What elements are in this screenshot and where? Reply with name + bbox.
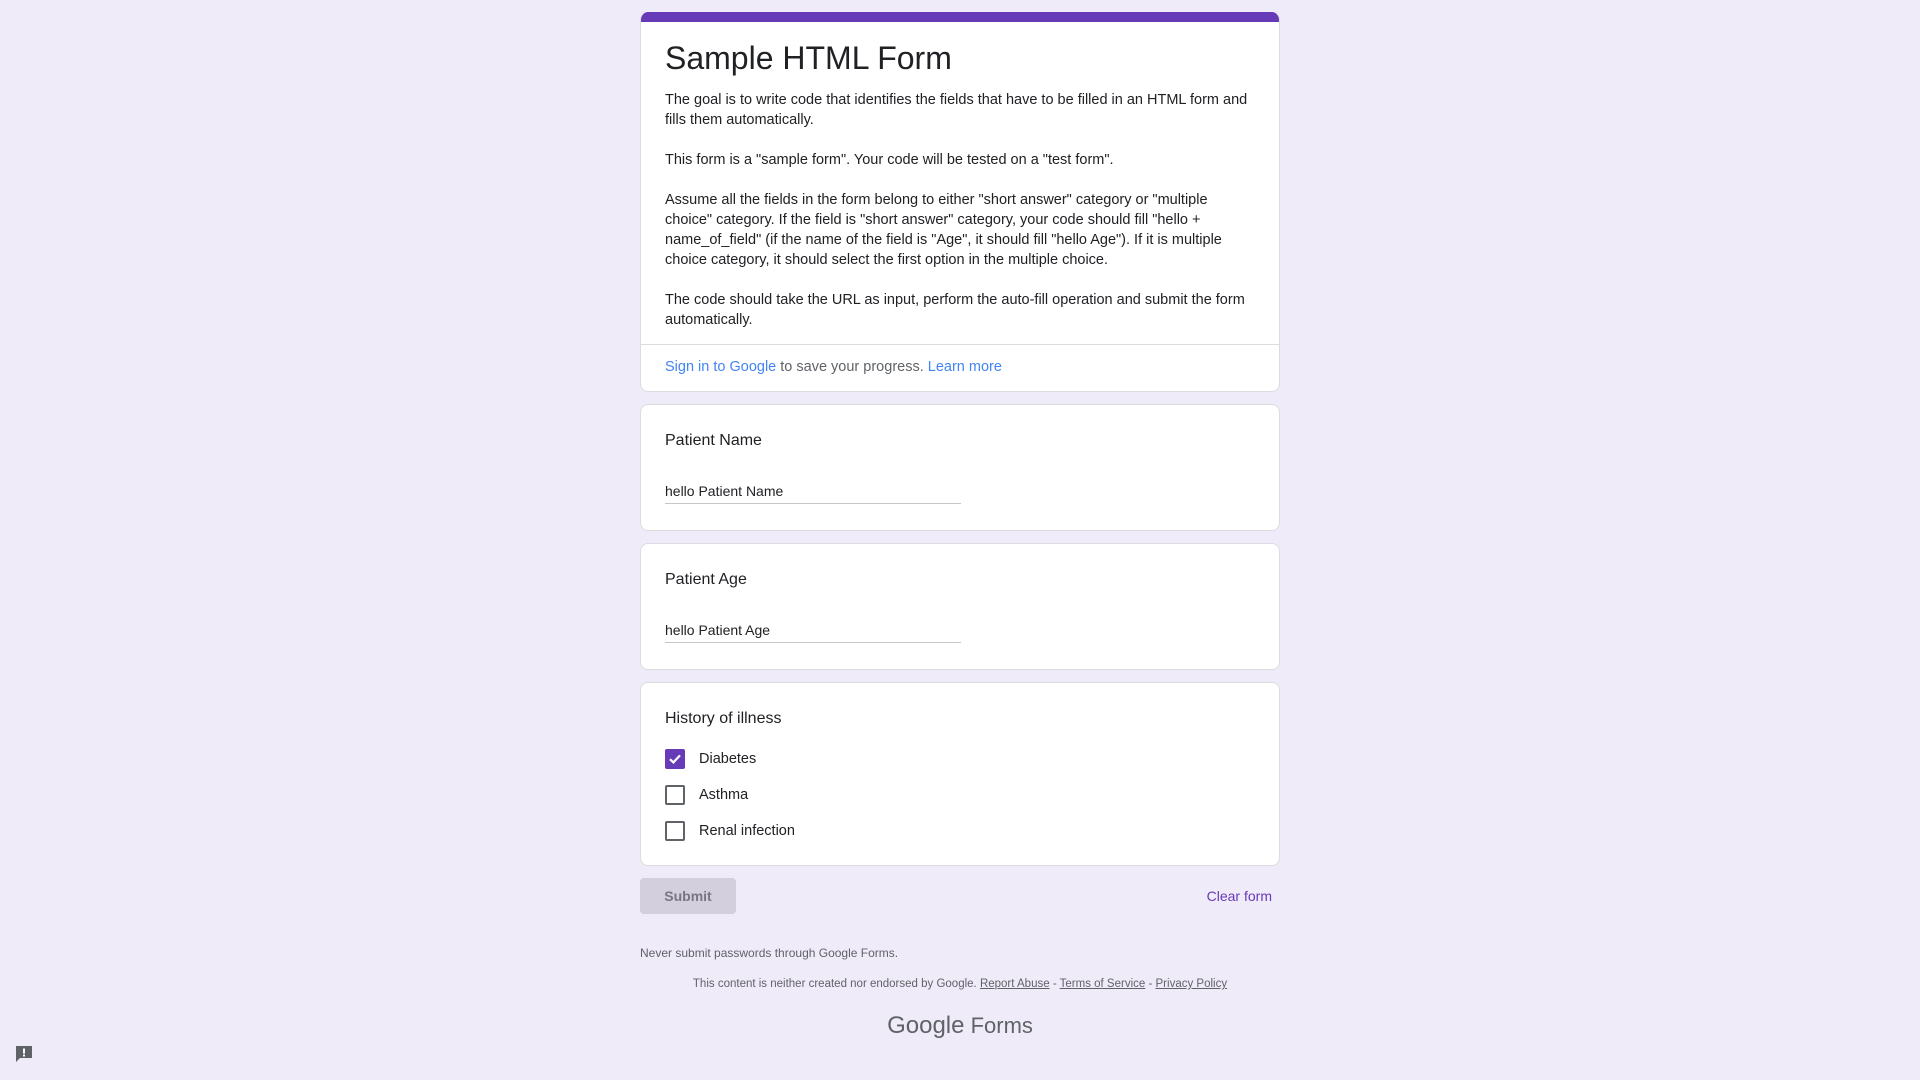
form-container: Sample HTML Form The goal is to write co… [640,12,1280,1040]
form-header-card: Sample HTML Form The goal is to write co… [640,12,1280,392]
option-label: Diabetes [699,751,757,767]
question-title: Patient Name [665,432,762,449]
privacy-policy-link[interactable]: Privacy Policy [1156,978,1228,990]
description-paragraph: The goal is to write code that identifie… [665,92,1248,128]
checkbox-checked-icon[interactable] [665,749,685,769]
report-issue-icon[interactable] [14,1044,34,1064]
form-title: Sample HTML Form [665,40,952,76]
description-paragraph: This form is a "sample form". Your code … [665,152,1114,168]
question-card-patient-age: Patient Age [640,543,1280,670]
signin-row: Sign in to Google to save your progress.… [641,344,1279,391]
disclaimer-text: This content is neither created nor endo… [692,978,980,990]
submit-button[interactable]: Submit [640,878,736,914]
brand-google: Google [887,1012,965,1039]
question-card-patient-name: Patient Name [640,404,1280,531]
password-warning: Never submit passwords through Google Fo… [640,946,899,960]
report-abuse-link[interactable]: Report Abuse [980,978,1050,990]
checkbox-option-renal-infection[interactable]: Renal infection [665,813,1255,849]
separator: - [1049,978,1060,990]
checkbox-unchecked-icon[interactable] [665,785,685,805]
signin-text: to save your progress. [776,359,928,375]
clear-form-button[interactable]: Clear form [1199,880,1280,912]
option-label: Renal infection [699,823,795,839]
checkbox-option-diabetes[interactable]: Diabetes [665,741,1255,777]
separator: - [1145,978,1156,990]
option-label: Asthma [699,787,749,803]
question-title: Patient Age [665,571,747,588]
disclaimer: This content is neither created nor endo… [640,978,1280,990]
description-paragraph: Assume all the fields in the form belong… [665,192,1222,268]
terms-of-service-link[interactable]: Terms of Service [1060,978,1146,990]
checkbox-option-asthma[interactable]: Asthma [665,777,1255,813]
description-paragraph: The code should take the URL as input, p… [665,292,1245,328]
google-forms-logo[interactable]: Google Forms [640,1012,1280,1040]
checkbox-unchecked-icon[interactable] [665,821,685,841]
patient-age-input[interactable] [665,618,961,643]
sign-in-link[interactable]: Sign in to Google [665,359,776,375]
form-description: The goal is to write code that identifie… [665,90,1255,330]
header-accent-bar [641,12,1279,22]
question-title: History of illness [665,710,782,727]
brand-forms: Forms [964,1013,1033,1038]
patient-name-input[interactable] [665,479,961,504]
learn-more-link[interactable]: Learn more [928,359,1002,375]
form-actions: Submit Clear form [640,878,1280,914]
question-card-history: History of illness Diabetes Asthma Renal… [640,682,1280,866]
